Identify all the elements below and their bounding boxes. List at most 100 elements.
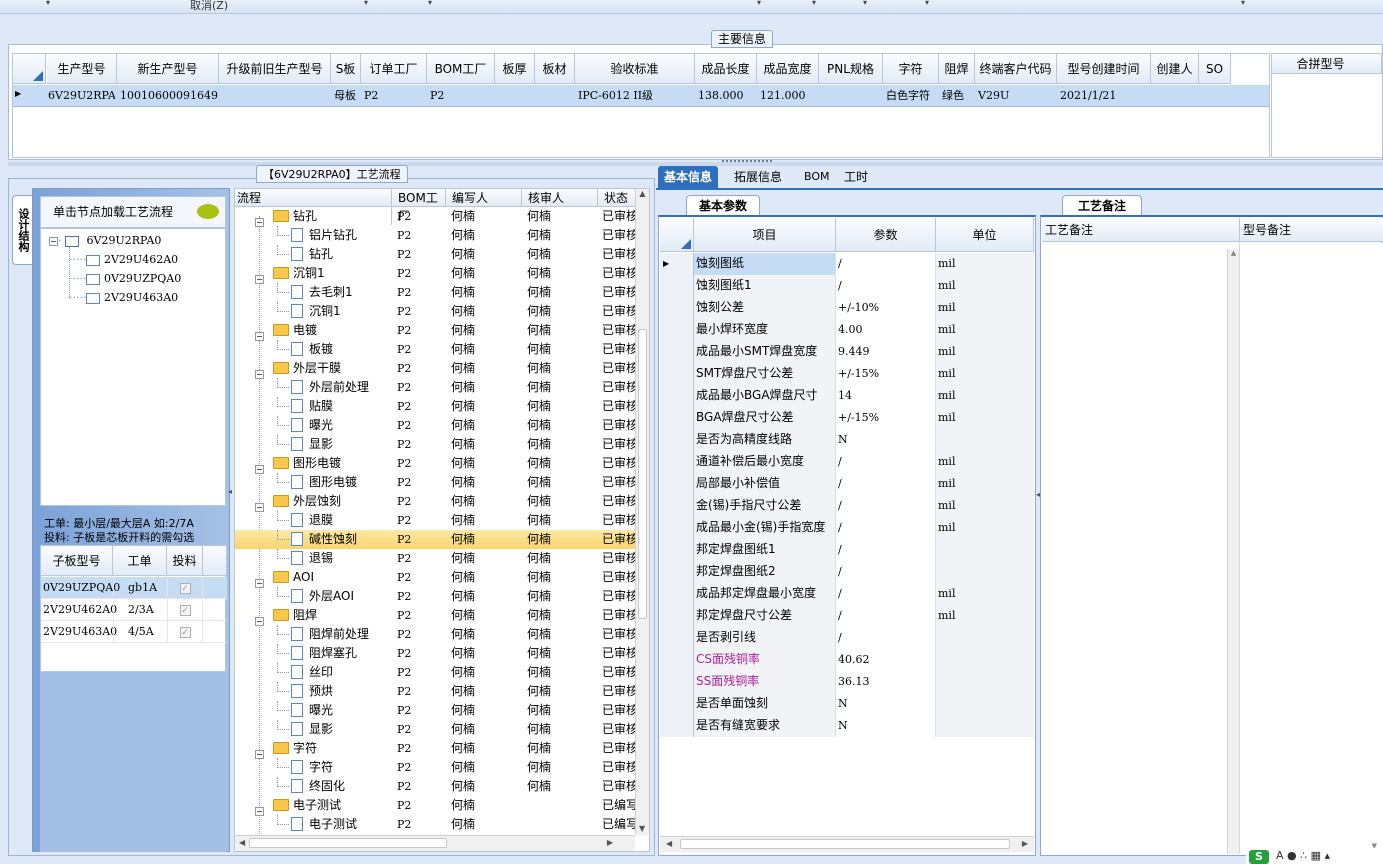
flow-hscroll-thumb[interactable]	[249, 838, 447, 848]
param-row[interactable]: 金(锡)手指尺寸公差 / mil	[660, 495, 1034, 517]
flow-step-row[interactable]: 铝片钻孔 P2 何楠 何楠 已审核	[235, 226, 635, 245]
main-info-col-11[interactable]: PNL规格	[819, 54, 883, 84]
main-info-col-5[interactable]: BOM工厂	[427, 54, 495, 84]
params-hscroll-thumb[interactable]	[680, 839, 1010, 849]
tab-bom[interactable]: BOM	[798, 166, 836, 188]
flow-step-row[interactable]: 外层AOI P2 何楠 何楠 已审核	[235, 587, 635, 606]
param-value[interactable]: 36.13	[836, 671, 936, 693]
param-value[interactable]: 14	[836, 385, 936, 407]
process-notes-tab[interactable]: 工艺备注	[1062, 195, 1142, 216]
input-method-tray[interactable]: S A ● ∴ ▦ ▴	[1246, 848, 1383, 864]
tab-extended-info[interactable]: 拓展信息	[728, 166, 788, 188]
flow-step-row[interactable]: 预烘 P2 何楠 何楠 已审核	[235, 682, 635, 701]
param-row[interactable]: 成品最小金(锡)手指宽度 / mil	[660, 517, 1034, 539]
flow-group-row[interactable]: − 字符 P2 何楠 何楠 已审核	[235, 739, 635, 759]
sub-board-row[interactable]: 0V29UZPQA0 gb1A ✓	[41, 577, 227, 599]
flow-group-row[interactable]: − 电子测试 P2 何楠 已编写	[235, 796, 635, 816]
param-row[interactable]: 邦定焊盘图纸1/	[660, 539, 1034, 561]
param-value[interactable]: N	[836, 429, 936, 451]
main-info-col-6[interactable]: 板厚	[495, 54, 535, 84]
flow-step-row[interactable]: 图形电镀 P2 何楠 何楠 已审核	[235, 473, 635, 492]
notes-vscrollbar[interactable]: ▲	[1227, 249, 1239, 854]
param-value[interactable]: /	[836, 517, 936, 539]
param-row[interactable]: 邦定焊盘图纸2/	[660, 561, 1034, 583]
flow-group-row[interactable]: − 电镀 P2 何楠 何楠 已审核	[235, 321, 635, 341]
flow-group-row[interactable]: − 外层蚀刻 P2 何楠 何楠 已审核	[235, 492, 635, 512]
param-value[interactable]: +/-10%	[836, 297, 936, 319]
sidebar-collapse-arrow[interactable]: ◂	[228, 487, 232, 496]
flow-step-row[interactable]: 沉铜1 P2 何楠 何楠 已审核	[235, 302, 635, 321]
sub-board-row[interactable]: 2V29U463A0 4/5A ✓	[41, 621, 227, 643]
main-info-col-10[interactable]: 成品宽度	[757, 54, 819, 84]
feed-checkbox[interactable]: ✓	[167, 621, 203, 643]
param-value[interactable]: +/-15%	[836, 407, 936, 429]
flow-step-row[interactable]: 退锡 P2 何楠 何楠 已审核	[235, 549, 635, 568]
main-info-col-16[interactable]: 创建人	[1151, 54, 1199, 84]
panel-grip[interactable]	[722, 160, 772, 164]
flow-hscrollbar[interactable]: ◀ ▶	[235, 835, 635, 851]
param-value[interactable]: N	[836, 693, 936, 715]
flow-step-row[interactable]: 显影 P2 何楠 何楠 已审核	[235, 720, 635, 739]
flow-step-row[interactable]: 板镀 P2 何楠 何楠 已审核	[235, 340, 635, 359]
flow-step-row[interactable]: 贴膜 P2 何楠 何楠 已审核	[235, 397, 635, 416]
param-row[interactable]: 是否单面蚀刻 N	[660, 693, 1034, 715]
main-info-col-3[interactable]: S板	[331, 54, 361, 84]
flow-step-row[interactable]: 退膜 P2 何楠 何楠 已审核	[235, 511, 635, 530]
param-value[interactable]: /	[836, 451, 936, 473]
param-value[interactable]: /	[836, 561, 936, 583]
flow-vscrollbar[interactable]: ▲ ▼	[635, 189, 649, 835]
tab-labor-hours[interactable]: 工时	[838, 166, 874, 188]
param-row[interactable]: 成品最小SMT焊盘宽度 9.449 mil	[660, 341, 1034, 363]
tree-child[interactable]: ····· 2V29U463A0	[69, 291, 178, 304]
main-info-col-17[interactable]: SO	[1199, 54, 1231, 84]
tree-child[interactable]: ····· 2V29U462A0	[69, 253, 178, 266]
notes-process-textarea[interactable]: ▲	[1042, 243, 1240, 854]
main-info-col-7[interactable]: 板材	[535, 54, 575, 84]
flow-step-row[interactable]: 曝光 P2 何楠 何楠 已审核	[235, 701, 635, 720]
main-info-col-15[interactable]: 型号创建时间	[1057, 54, 1151, 84]
feed-checkbox[interactable]: ✓	[167, 577, 203, 599]
param-row[interactable]: 是否有缝宽要求 N	[660, 715, 1034, 737]
flow-step-row[interactable]: 碱性蚀刻 P2 何楠 何楠 已审核	[235, 530, 635, 549]
sub-board-row[interactable]: 2V29U462A0 2/3A ✓	[41, 599, 227, 621]
main-info-col-2[interactable]: 升级前旧生产型号	[219, 54, 331, 84]
flow-vscroll-thumb[interactable]	[638, 329, 647, 619]
param-row[interactable]: 是否剥引线 /	[660, 627, 1034, 649]
param-value[interactable]: 9.449	[836, 341, 936, 363]
param-row[interactable]: 通道补偿后最小宽度 / mil	[660, 451, 1034, 473]
flow-group-row[interactable]: − 钻孔 P2 何楠 何楠 已审核	[235, 207, 635, 227]
main-info-col-13[interactable]: 阻焊	[939, 54, 975, 84]
param-row[interactable]: 是否为高精度线路 N	[660, 429, 1034, 451]
param-value[interactable]: /	[836, 253, 936, 275]
flow-step-row[interactable]: 去毛刺1 P2 何楠 何楠 已审核	[235, 283, 635, 302]
flow-group-row[interactable]: − 沉铜1 P2 何楠 何楠 已审核	[235, 264, 635, 284]
flow-step-row[interactable]: 显影 P2 何楠 何楠 已审核	[235, 435, 635, 454]
main-info-col-4[interactable]: 订单工厂	[361, 54, 427, 84]
flow-step-row[interactable]: 曝光 P2 何楠 何楠 已审核	[235, 416, 635, 435]
param-row[interactable]: 成品最小BGA焊盘尺寸 14 mil	[660, 385, 1034, 407]
tree-root[interactable]: −· 6V29U2RPA0	[49, 234, 161, 247]
param-row[interactable]: CS面残铜率 40.62	[660, 649, 1034, 671]
flow-step-row[interactable]: 电子测试 P2 何楠 已编写	[235, 815, 635, 834]
param-row[interactable]: 成品邦定焊盘最小宽度 / mil	[660, 583, 1034, 605]
param-row[interactable]: 蚀刻图纸1/mil	[660, 275, 1034, 297]
load-hint-bar[interactable]: 单击节点加载工艺流程	[40, 196, 226, 228]
param-value[interactable]: /	[836, 627, 936, 649]
flow-step-row[interactable]: 外层前处理 P2 何楠 何楠 已审核	[235, 378, 635, 397]
param-row[interactable]: BGA焊盘尺寸公差 +/-15% mil	[660, 407, 1034, 429]
flow-group-row[interactable]: − AOI P2 何楠 何楠 已审核	[235, 568, 635, 588]
param-value[interactable]: /	[836, 275, 936, 297]
param-value[interactable]: 4.00	[836, 319, 936, 341]
main-info-col-1[interactable]: 新生产型号	[117, 54, 219, 84]
param-value[interactable]: /	[836, 539, 936, 561]
flow-group-row[interactable]: − 图形电镀 P2 何楠 何楠 已审核	[235, 454, 635, 474]
param-value[interactable]: +/-15%	[836, 363, 936, 385]
params-hscrollbar[interactable]: ◀ ▶	[660, 836, 1034, 852]
collapse-icon[interactable]: −	[49, 237, 58, 246]
param-row[interactable]: 最小焊环宽度 4.00 mil	[660, 319, 1034, 341]
tree-child[interactable]: ····· 0V29UZPQA0	[69, 272, 181, 285]
param-value[interactable]: /	[836, 605, 936, 627]
notes-model-textarea[interactable]: ▼	[1241, 243, 1383, 854]
flow-group-row[interactable]: − 阻焊 P2 何楠 何楠 已审核	[235, 606, 635, 626]
main-info-col-8[interactable]: 验收标准	[575, 54, 695, 84]
